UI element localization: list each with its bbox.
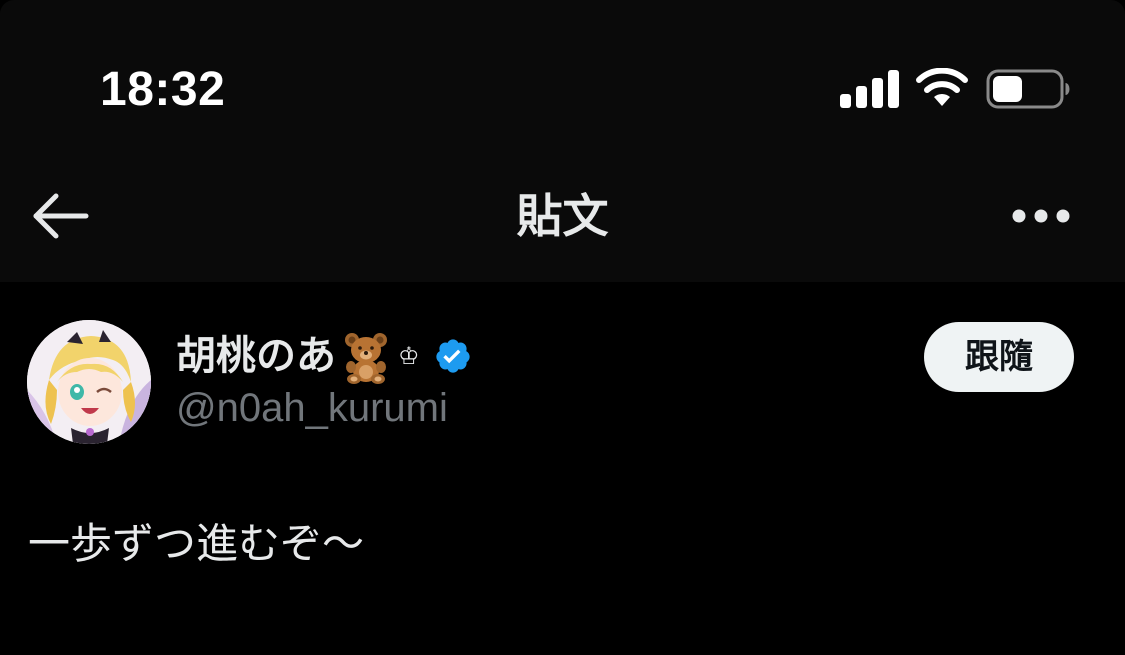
cellular-signal-icon bbox=[840, 70, 899, 108]
teddy-bear-icon bbox=[345, 333, 387, 384]
more-button[interactable] bbox=[1004, 196, 1078, 236]
author-handle[interactable]: @n0ah_kurumi bbox=[176, 384, 448, 432]
top-bar: 18:32 貼文 bbox=[0, 0, 1125, 282]
more-horizontal-icon bbox=[1012, 209, 1070, 223]
status-time: 18:32 bbox=[100, 63, 226, 116]
wifi-icon bbox=[916, 68, 968, 106]
post-screen: 18:32 貼文 胡桃のあ ♔ @n0ah_kurumi 跟隨 一歩ずつ進むぞ〜 bbox=[0, 0, 1125, 655]
author-name-row[interactable]: 胡桃のあ ♔ bbox=[176, 326, 472, 386]
battery-icon bbox=[986, 69, 1070, 109]
author-display-name[interactable]: 胡桃のあ bbox=[176, 326, 336, 386]
avatar[interactable] bbox=[27, 320, 151, 444]
page-title: 貼文 bbox=[516, 189, 609, 243]
post-text: 一歩ずつ進むぞ〜 bbox=[28, 519, 365, 568]
author-name-suffix: ♔ bbox=[398, 342, 420, 370]
avatar-image bbox=[27, 320, 151, 444]
verified-badge-icon[interactable] bbox=[434, 337, 472, 375]
follow-button[interactable]: 跟隨 bbox=[924, 322, 1074, 392]
